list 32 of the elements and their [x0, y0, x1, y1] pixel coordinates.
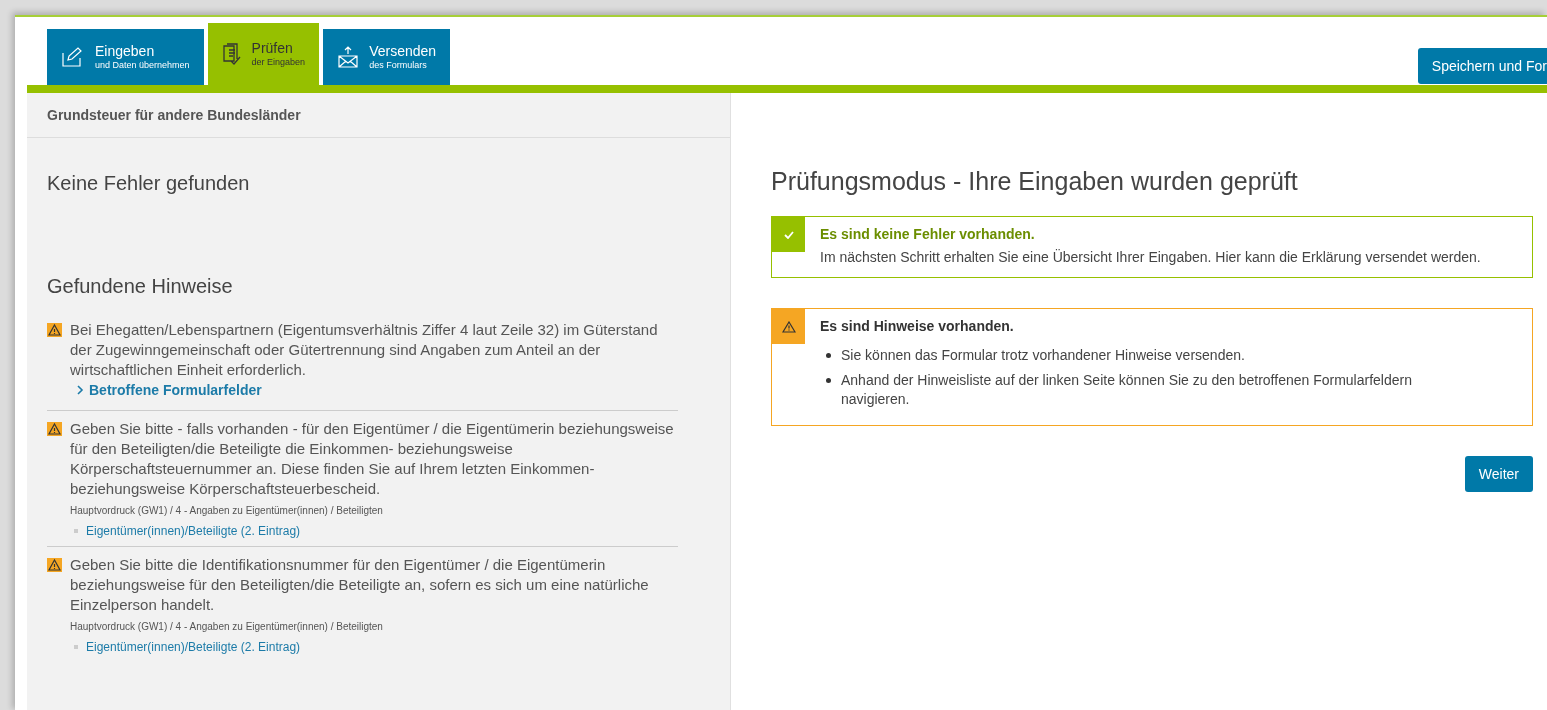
step-tab[interactable]: Prüfen der Eingaben [207, 23, 320, 85]
form-field-link[interactable]: Eigentümer(innen)/Beteiligte (2. Eintrag) [86, 640, 301, 654]
page-heading: Prüfungsmodus - Ihre Eingaben wurden geprüft [771, 167, 1299, 196]
message-title: Es sind keine Fehler vorhanden. [820, 226, 1036, 242]
bullet-icon [74, 529, 78, 533]
hint-text: Geben Sie bitte - falls vorhanden - für den Eigentümer / die Eigentümerin beziehungsweise für den Beteiligten/die Beteiligte die Einkommen- beziehungsweise Körperschaftsteuernummer an. Diese finden Sie auf Ihrem letzten Einkommen- beziehungsweise Körperschaftsteuerbescheid. [70, 419, 675, 499]
step-tab[interactable]: Versenden des Formulars [323, 29, 451, 85]
bullet-icon [74, 645, 78, 649]
affected-fields-link[interactable]: Betroffene Formularfelder [76, 382, 262, 398]
message-title: Es sind Hinweise vorhanden. [820, 318, 1015, 334]
bullet-icon [826, 378, 831, 383]
hint-text: Bei Ehegatten/Lebenspartnern (Eigentumsverhältnis Ziffer 4 laut Zeile 32) im Güterstand der Zugewinngemeinschaft oder Gütertrennung sind Angaben zum Anteil an der wirtschaftlichen Einheit erforderlich. [70, 320, 659, 380]
envelope-icon [337, 46, 360, 68]
errors-heading: Keine Fehler gefunden [47, 172, 251, 195]
warning-icon [47, 422, 62, 436]
chevron-right-icon [76, 384, 84, 396]
message-text: Im nächsten Schritt erhalten Sie eine Übersicht Ihrer Eingaben. Hier kann die Erklärung versendet werden. [820, 248, 1481, 267]
hints-heading: Gefundene Hinweise [47, 275, 234, 298]
next-button[interactable]: Weiter [1464, 456, 1533, 492]
form-path: Hauptvordruck (GW1) / 4 - Angaben zu Eigentümer(innen) / Beteiligten [70, 505, 384, 516]
form-path: Hauptvordruck (GW1) / 4 - Angaben zu Eigentümer(innen) / Beteiligten [70, 621, 384, 632]
message-item: Sie können das Formular trotz vorhandener Hinweise versenden. [841, 346, 1245, 365]
form-field-link[interactable]: Eigentümer(innen)/Beteiligte (2. Eintrag) [86, 524, 301, 538]
warning-icon [47, 558, 62, 572]
save-button[interactable]: Speichern und For [1417, 48, 1547, 84]
form-title: Grundsteuer für andere Bundesländer [27, 93, 730, 138]
documents-icon [221, 43, 242, 65]
hint-text: Geben Sie bitte die Identifikationsnummer für den Eigentümer / die Eigentümerin beziehungsweise für den Beteiligten/die Beteiligte an, sofern es sich um eine natürliche Einzelperson handelt. [70, 555, 650, 615]
message-item: Anhand der Hinweisliste auf der linken Seite können Sie zu den betroffenen Formularfeldern navigieren. [841, 371, 1413, 409]
warning-icon [47, 323, 62, 337]
bullet-icon [826, 353, 831, 358]
step-tab[interactable]: Eingeben und Daten übernehmen [47, 29, 204, 85]
